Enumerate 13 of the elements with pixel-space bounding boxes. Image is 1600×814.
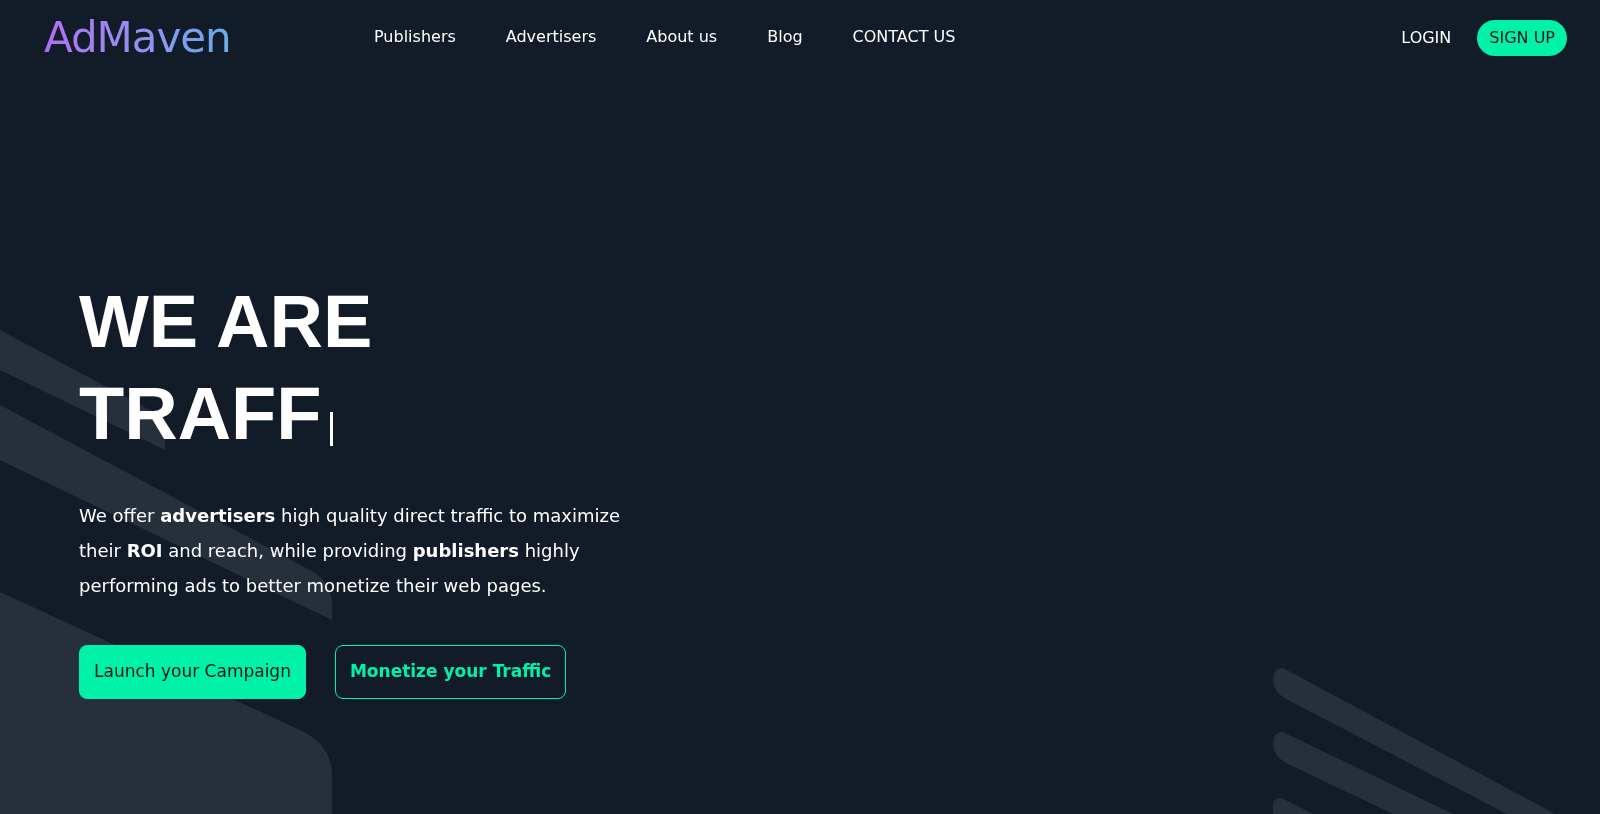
- nav-link[interactable]: Advertisers: [505, 25, 597, 49]
- nav-link[interactable]: Publishers: [374, 25, 456, 49]
- headline-line: TRAFF: [79, 371, 322, 457]
- signup-button[interactable]: SIGN UP: [1477, 20, 1567, 56]
- login-link[interactable]: LOGIN: [1401, 26, 1452, 50]
- hero-description: We offer advertisers high quality direct traffic to maximize their ROI and reach, while providing publishers highly performing ads to better monetize their web pages.: [79, 504, 622, 598]
- cta-button[interactable]: Monetize your Traffic: [334, 645, 567, 699]
- text-cursor-icon: [329, 412, 333, 446]
- nav-link[interactable]: About us: [646, 25, 718, 49]
- nav-link[interactable]: CONTACT US: [852, 25, 956, 49]
- headline-line: WE ARE: [79, 279, 373, 365]
- cta-button[interactable]: Launch your Campaign: [79, 645, 306, 699]
- nav-link[interactable]: Blog: [767, 25, 803, 49]
